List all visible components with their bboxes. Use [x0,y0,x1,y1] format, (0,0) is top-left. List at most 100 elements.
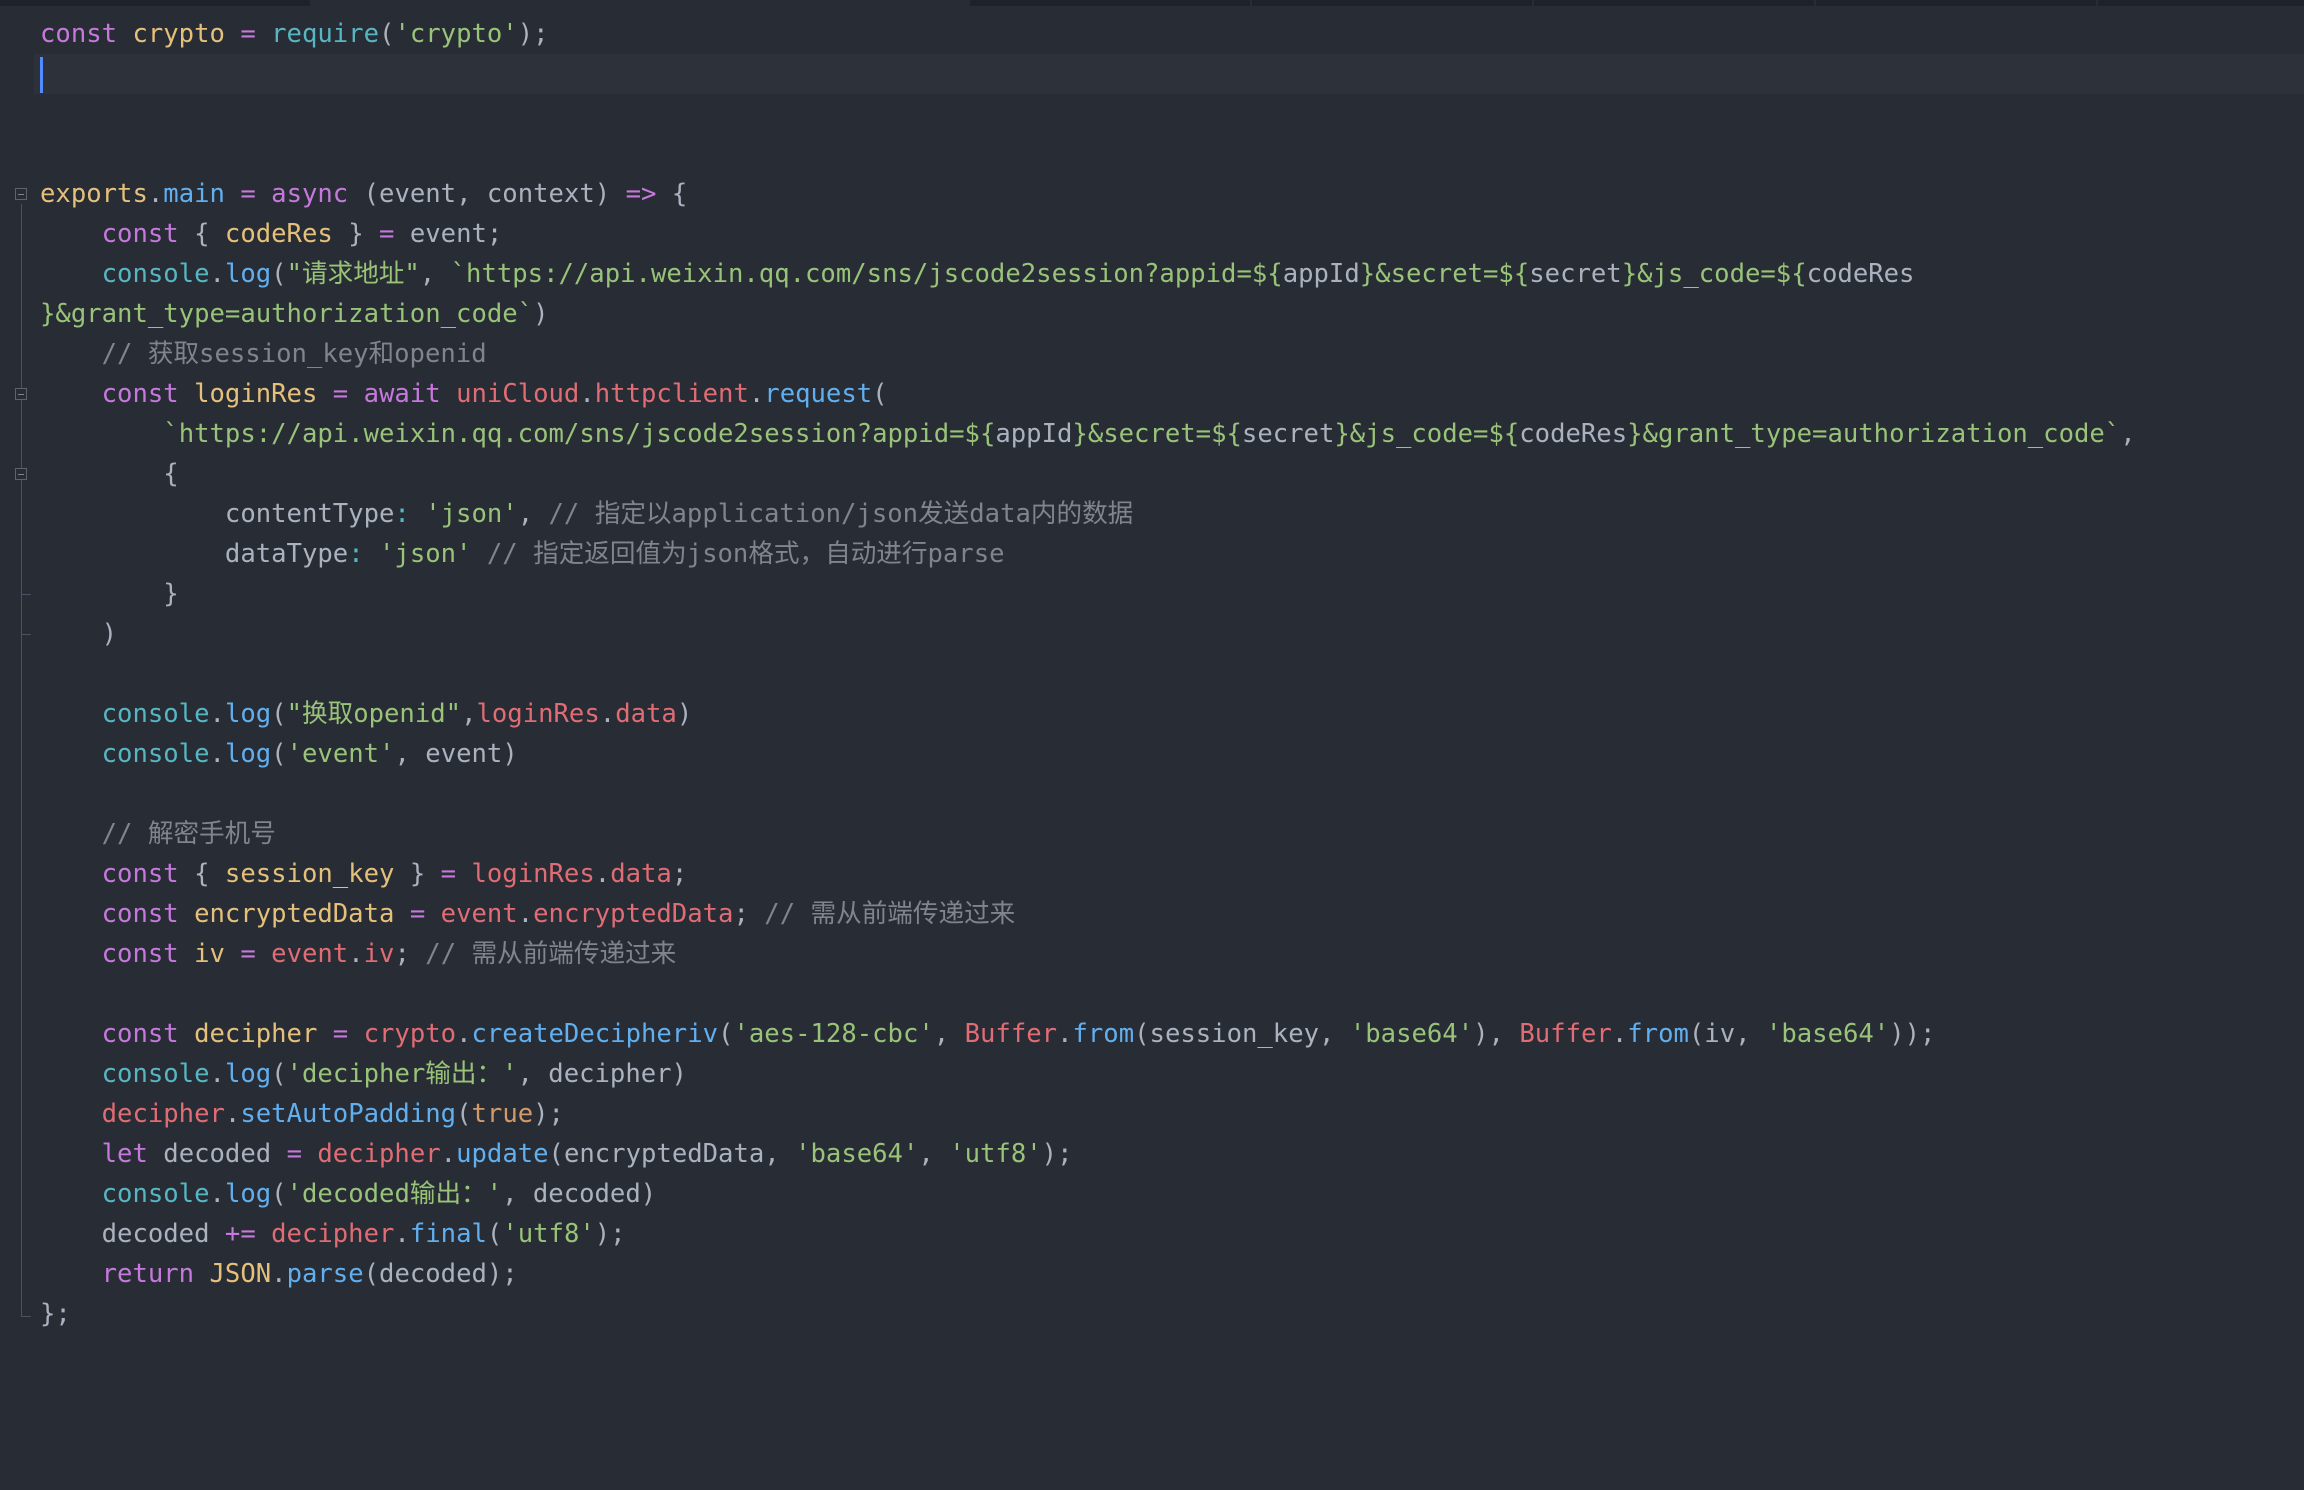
code-line[interactable] [40,774,2304,814]
code-token: crypto [132,19,225,49]
code-line[interactable]: `https://api.weixin.qq.com/sns/jscode2se… [40,414,2304,454]
code-token: setAutoPadding [240,1099,457,1129]
code-line[interactable]: // 解密手机号 [40,814,2304,854]
code-line[interactable]: }; [40,1294,2304,1334]
code-token: { [671,179,688,209]
code-token: . [348,939,364,969]
code-token: appId [1282,259,1360,289]
code-line[interactable]: exports.main = async (event, context) =>… [40,174,2304,214]
tab-segment [2098,0,2304,6]
code-token: async [271,179,364,209]
code-line[interactable]: decoded += decipher.final('utf8'); [40,1214,2304,1254]
code-token: Buffer [964,1019,1058,1049]
code-line[interactable]: }&grant_type=authorization_code`) [40,294,2304,334]
code-line[interactable]: ) [40,614,2304,654]
code-line[interactable]: console.log('event', event) [40,734,2304,774]
fold-guide-line [21,484,22,594]
code-token: console [101,1059,210,1089]
text-caret [40,57,43,93]
fold-toggle-icon[interactable] [15,388,27,400]
code-line[interactable]: decipher.setAutoPadding(true); [40,1094,2304,1134]
code-token: iv [194,939,225,969]
code-line[interactable] [40,974,2304,1014]
code-token: dataType [40,539,349,569]
code-token: 'decipher输出：' [286,1059,518,1089]
code-token: . [440,1139,457,1169]
code-token: ( [271,739,287,769]
code-token: ( [872,379,888,409]
code-line[interactable]: const { session_key } = loginRes.data; [40,854,2304,894]
code-token: ( [271,699,287,729]
code-token: ( [718,1019,734,1049]
code-token: const [101,1019,195,1049]
code-token: ), [1473,1019,1520,1049]
tab-segment [1534,0,1814,6]
code-line[interactable]: const encryptedData = event.encryptedDat… [40,894,2304,934]
code-line[interactable] [40,94,2304,134]
code-token: true [471,1099,534,1129]
code-token: ( [271,259,287,289]
code-token: request [764,379,873,409]
code-token: . [517,899,534,929]
fold-toggle-icon[interactable] [15,188,27,200]
code-line[interactable]: } [40,574,2304,614]
code-line[interactable]: return JSON.parse(decoded); [40,1254,2304,1294]
code-token: decipher [101,1099,225,1129]
code-token: , [461,699,477,729]
code-line[interactable]: const decipher = crypto.createDecipheriv… [40,1014,2304,1054]
code-token: Buffer [1519,1019,1612,1049]
code-token: }&secret=${ [1072,419,1242,449]
code-token: iv [363,939,395,969]
code-token: appId [995,419,1073,449]
code-line[interactable]: const loginRes = await uniCloud.httpclie… [40,374,2304,414]
code-line[interactable]: let decoded = decipher.update(encryptedD… [40,1134,2304,1174]
code-token: . [271,1259,287,1289]
code-text-area[interactable]: const crypto = require('crypto'); exports… [34,14,2304,1334]
code-line[interactable]: const { codeRes } = event; [40,214,2304,254]
code-token: ; [394,939,426,969]
code-token: , decipher) [517,1059,687,1089]
code-token: 'utf8' [949,1139,1042,1169]
code-token: }&js_code=${ [1621,259,1807,289]
code-token: . [209,699,225,729]
code-token: secret [1241,419,1335,449]
code-line[interactable]: { [40,454,2304,494]
code-line[interactable]: // 获取session_key和openid [40,334,2304,374]
tab-segment [1816,0,2096,6]
code-token: , decoded) [502,1179,657,1209]
code-token: event; [409,219,503,249]
code-token: ) [533,299,549,329]
code-line[interactable]: const crypto = require('crypto'); [40,14,2304,54]
code-token: = [317,1019,364,1049]
code-line[interactable]: const iv = event.iv; // 需从前端传递过来 [40,934,2304,974]
code-line[interactable]: dataType: 'json' // 指定返回值为json格式，自动进行par… [40,534,2304,574]
code-line[interactable]: contentType: 'json', // 指定以application/j… [40,494,2304,534]
code-line[interactable] [40,134,2304,174]
code-token: )); [1889,1019,1936,1049]
code-line[interactable]: console.log('decipher输出：', decipher) [40,1054,2304,1094]
code-line-active[interactable] [34,54,2304,94]
code-token: 'crypto' [394,19,518,49]
code-token: . [209,259,225,289]
code-token: log [224,259,272,289]
code-token: from [1627,1019,1689,1049]
fold-toggle-icon[interactable] [15,468,27,480]
code-line[interactable] [40,654,2304,694]
code-line[interactable]: console.log('decoded输出：', decoded) [40,1174,2304,1214]
code-line[interactable]: console.log("换取openid",loginRes.data) [40,694,2304,734]
code-token: }&secret=${ [1359,259,1530,289]
code-token: , [517,499,549,529]
code-token: ) [676,699,693,729]
code-line[interactable]: console.log("请求地址", `https://api.weixin.… [40,254,2304,294]
code-token: 'json' [425,499,518,529]
code-token: log [224,1179,272,1209]
editor-gutter[interactable] [0,0,36,1490]
code-token: = [440,859,472,889]
code-editor[interactable]: const crypto = require('crypto'); exports… [0,0,2304,1490]
